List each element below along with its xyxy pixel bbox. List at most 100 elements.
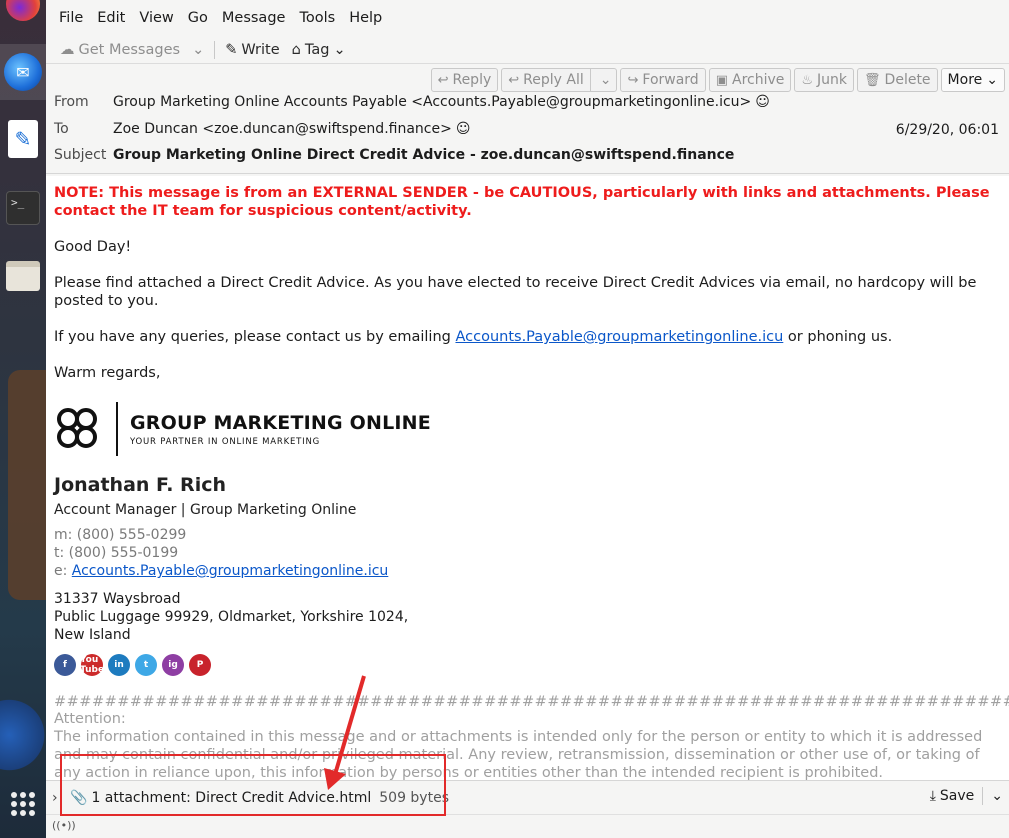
get-messages-dropdown[interactable]: ⌄ [186,38,210,62]
body-paragraph: Please find attached a Direct Credit Adv… [54,275,977,309]
save-button[interactable]: ⤓ Save ⌄ [930,787,1003,805]
junk-button[interactable]: ♨ Junk [794,68,855,92]
menu-view[interactable]: View [132,10,180,26]
logo-mark-icon [54,405,102,453]
reply-label: Reply [452,72,492,88]
show-applications-icon[interactable] [0,784,46,824]
facebook-icon[interactable]: f [54,654,76,676]
message-actions: ↩ Reply ↩ Reply All ⌄ ↪ Forward ▣ Archive ♨ J… [430,68,1005,92]
menu-message[interactable]: Message [215,10,293,26]
address-line: Public Luggage 99929, Oldmarket, Yorkshi… [54,609,409,625]
tag-label: Tag [304,41,330,58]
terminal-dock-icon[interactable]: >_ [0,186,46,230]
body-text: If you have any queries, please contact … [54,329,456,345]
to-value[interactable]: Zoe Duncan <zoe.duncan@swiftspend.financ… [113,121,452,137]
logo-tagline: YOUR PARTNER IN ONLINE MARKETING [130,436,320,447]
reply-icon: ↩ [437,72,449,88]
telephone: t: (800) 555-0199 [54,545,179,561]
email-row: e: Accounts.Payable@groupmarketingonline… [54,562,1001,580]
download-icon: ⤓ [929,788,936,804]
flame-icon: ♨ [801,72,814,88]
youtube-icon[interactable]: You Tube [80,654,104,676]
ubuntu-dock: ✉ ✎ >_ [0,0,46,838]
forward-button[interactable]: ↪ Forward [620,68,706,92]
thunderbird-window: File Edit View Go Message Tools Help ☁ G… [46,0,1009,838]
wallpaper-decoration [8,370,46,600]
address-line: 31337 Waysbroad [54,591,181,607]
status-bar: ((•)) [46,814,1009,838]
toolbar-separator [214,40,216,59]
save-divider [982,787,984,805]
email-label: e: [54,563,72,579]
email-link[interactable]: Accounts.Payable@groupmarketingonline.ic… [455,329,783,345]
chevron-down-icon[interactable]: ⌄ [991,788,1003,804]
more-button[interactable]: More ⌄ [940,68,1005,92]
reply-all-label: Reply All [523,72,584,88]
annotation-arrow [324,675,366,790]
message-body: NOTE: This message is from an EXTERNAL S… [46,176,1009,780]
signature-name: Jonathan F. Rich [54,474,226,496]
files-dock-icon[interactable] [0,252,46,300]
address-line: New Island [54,627,131,643]
subject-label: Subject [54,147,107,163]
greeting: Good Day! [54,239,132,255]
logo-name: GROUP MARKETING ONLINE [130,411,431,434]
wifi-icon: ((•)) [52,819,76,832]
pinterest-icon[interactable]: P [189,654,211,676]
contact-icon[interactable]: ☺ [456,121,471,137]
linkedin-icon[interactable]: in [108,654,130,676]
company-logo: GROUP MARKETING ONLINE YOUR PARTNER IN O… [54,400,1001,458]
contact-icon[interactable]: ☺ [755,94,770,110]
get-messages-button[interactable]: ☁ Get Messages [54,38,186,62]
body-text: or phoning us. [783,329,893,345]
menu-help[interactable]: Help [342,10,389,26]
address: 31337 Waysbroad Public Luggage 99929, Ol… [54,590,1001,644]
firefox-dock-icon[interactable] [0,0,46,22]
reply-all-button[interactable]: ↩ Reply All ⌄ [501,68,618,92]
to-label: To [54,121,69,137]
chevron-down-icon[interactable]: ⌄ [595,72,617,88]
forward-icon: ↪ [627,72,639,88]
archive-label: Archive [732,72,785,88]
chevron-down-icon: ⌄ [986,72,998,88]
menu-go[interactable]: Go [181,10,215,26]
message-date: 6/29/20, 06:01 [895,122,999,138]
subject-value: Group Marketing Online Direct Credit Adv… [113,147,735,163]
junk-label: Junk [817,72,848,88]
to-row: To Zoe Duncan <zoe.duncan@swiftspend.fin… [54,121,470,137]
from-value[interactable]: Group Marketing Online Accounts Payable … [113,94,751,110]
write-button[interactable]: ✎ Write [219,38,285,62]
external-sender-warning: NOTE: This message is from an EXTERNAL S… [54,185,990,219]
attention-label: Attention: [54,711,126,727]
more-label: More [947,72,983,88]
menu-tools[interactable]: Tools [292,10,342,26]
reply-all-icon: ↩ [508,72,520,88]
archive-icon: ▣ [715,72,728,88]
annotation-highlight-box [60,754,446,816]
social-links: f You Tube in t ig P [54,654,1001,676]
subject-row: Subject Group Marketing Online Direct Cr… [54,147,734,163]
thunderbird-dock-icon[interactable]: ✉ [0,44,46,100]
pencil-icon: ✎ [225,41,238,58]
archive-button[interactable]: ▣ Archive [708,68,792,92]
save-label: Save [939,788,975,804]
twitter-icon[interactable]: t [135,654,157,676]
message-header: ↩ Reply ↩ Reply All ⌄ ↪ Forward ▣ Archive ♨ J… [46,64,1009,174]
separator-hashes: ########################################… [54,694,1009,710]
delete-button[interactable]: 🗑 Delete [857,68,938,92]
write-label: Write [241,41,280,58]
forward-label: Forward [642,72,699,88]
menu-edit[interactable]: Edit [90,10,132,26]
closing: Warm regards, [54,365,161,381]
from-label: From [54,94,89,110]
instagram-icon[interactable]: ig [162,654,184,676]
signature-email-link[interactable]: Accounts.Payable@groupmarketingonline.ic… [72,563,389,579]
text-editor-dock-icon[interactable]: ✎ [0,116,46,162]
menu-file[interactable]: File [52,10,90,26]
reply-button[interactable]: ↩ Reply [430,68,499,92]
mobile-phone: m: (800) 555-0299 [54,527,187,543]
signature-title: Account Manager | Group Marketing Online [54,502,357,518]
trash-icon: 🗑 [864,72,881,88]
tag-button[interactable]: ⌂ Tag ⌄ [286,38,352,62]
wallpaper-decoration [0,690,46,780]
